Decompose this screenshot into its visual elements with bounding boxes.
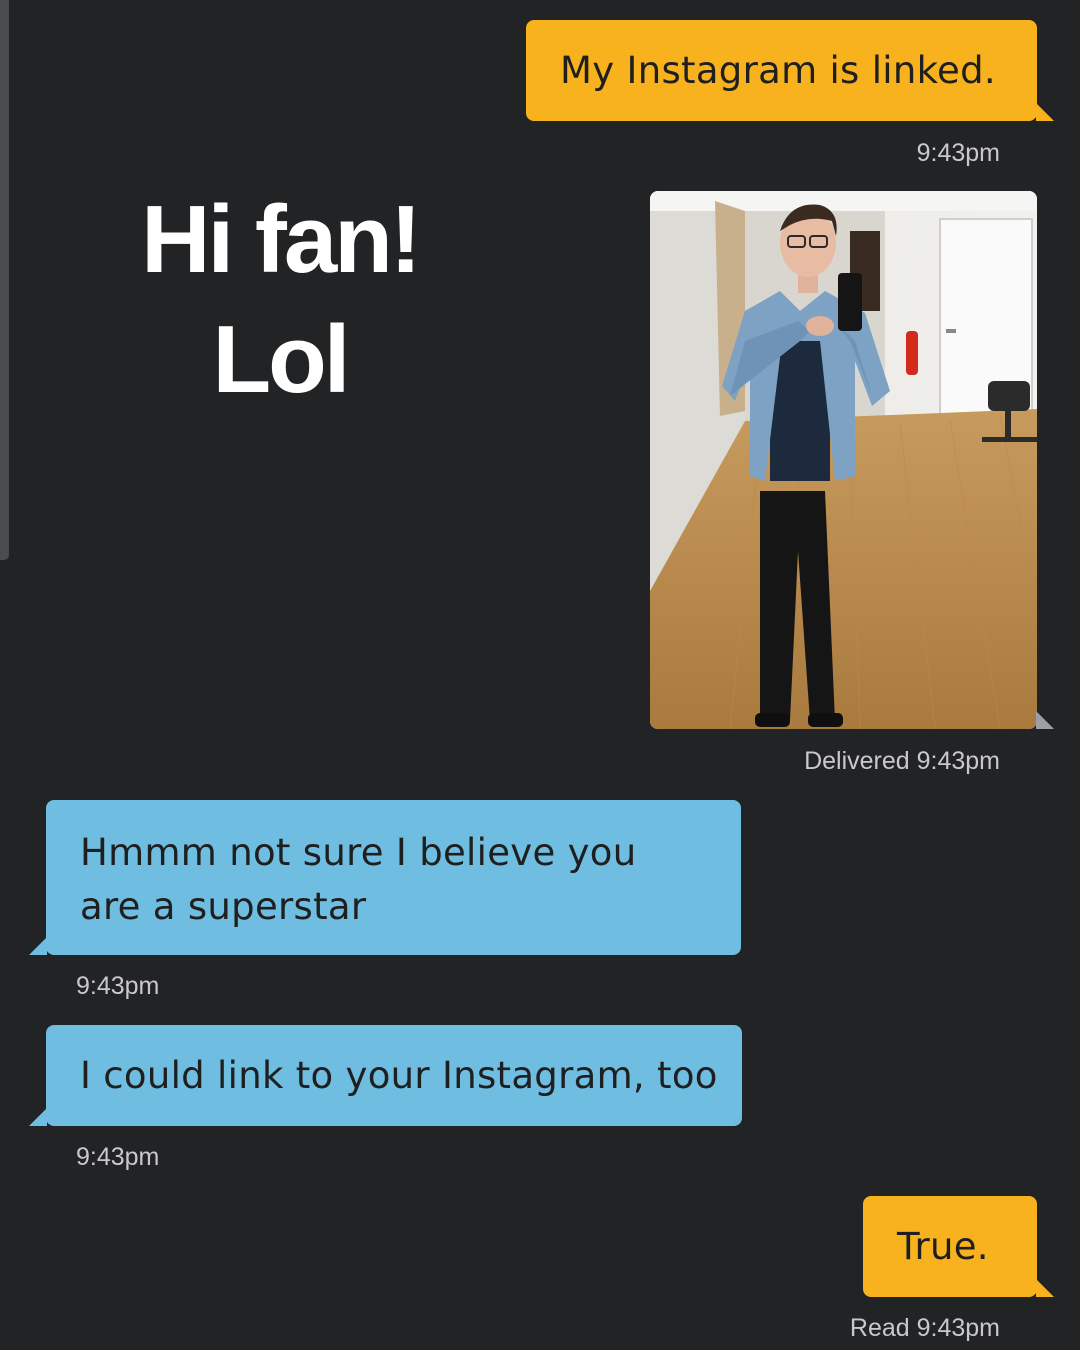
- overlay-caption: Hi fan! Lol: [70, 180, 490, 420]
- message-timestamp: 9:43pm: [76, 1143, 160, 1171]
- scroll-indicator[interactable]: [0, 0, 9, 560]
- sent-message-bubble[interactable]: My Instagram is linked.: [526, 20, 1054, 121]
- message-status: Read 9:43pm: [849, 1314, 1000, 1342]
- caption-line-1: Hi fan!: [141, 186, 422, 293]
- message-text: I could link to your Instagram, too: [80, 1054, 718, 1097]
- selfie-photo: [650, 191, 1037, 729]
- message-text: True.: [897, 1225, 989, 1268]
- sent-message-bubble[interactable]: True.: [863, 1196, 1054, 1297]
- message-status: Delivered 9:43pm: [804, 747, 1000, 775]
- caption-line-2: Lol: [212, 306, 351, 413]
- message-timestamp: 9:43pm: [76, 972, 160, 1000]
- received-message-bubble[interactable]: I could link to your Instagram, too: [29, 1025, 742, 1126]
- message-text: My Instagram is linked.: [560, 49, 996, 92]
- message-text-line: are a superstar: [80, 885, 367, 928]
- message-text-line: Hmmm not sure I believe you: [80, 831, 637, 874]
- sent-photo-message[interactable]: [650, 191, 1054, 729]
- message-timestamp: 9:43pm: [916, 139, 1000, 167]
- received-message-bubble[interactable]: Hmmm not sure I believe you are a supers…: [29, 800, 741, 955]
